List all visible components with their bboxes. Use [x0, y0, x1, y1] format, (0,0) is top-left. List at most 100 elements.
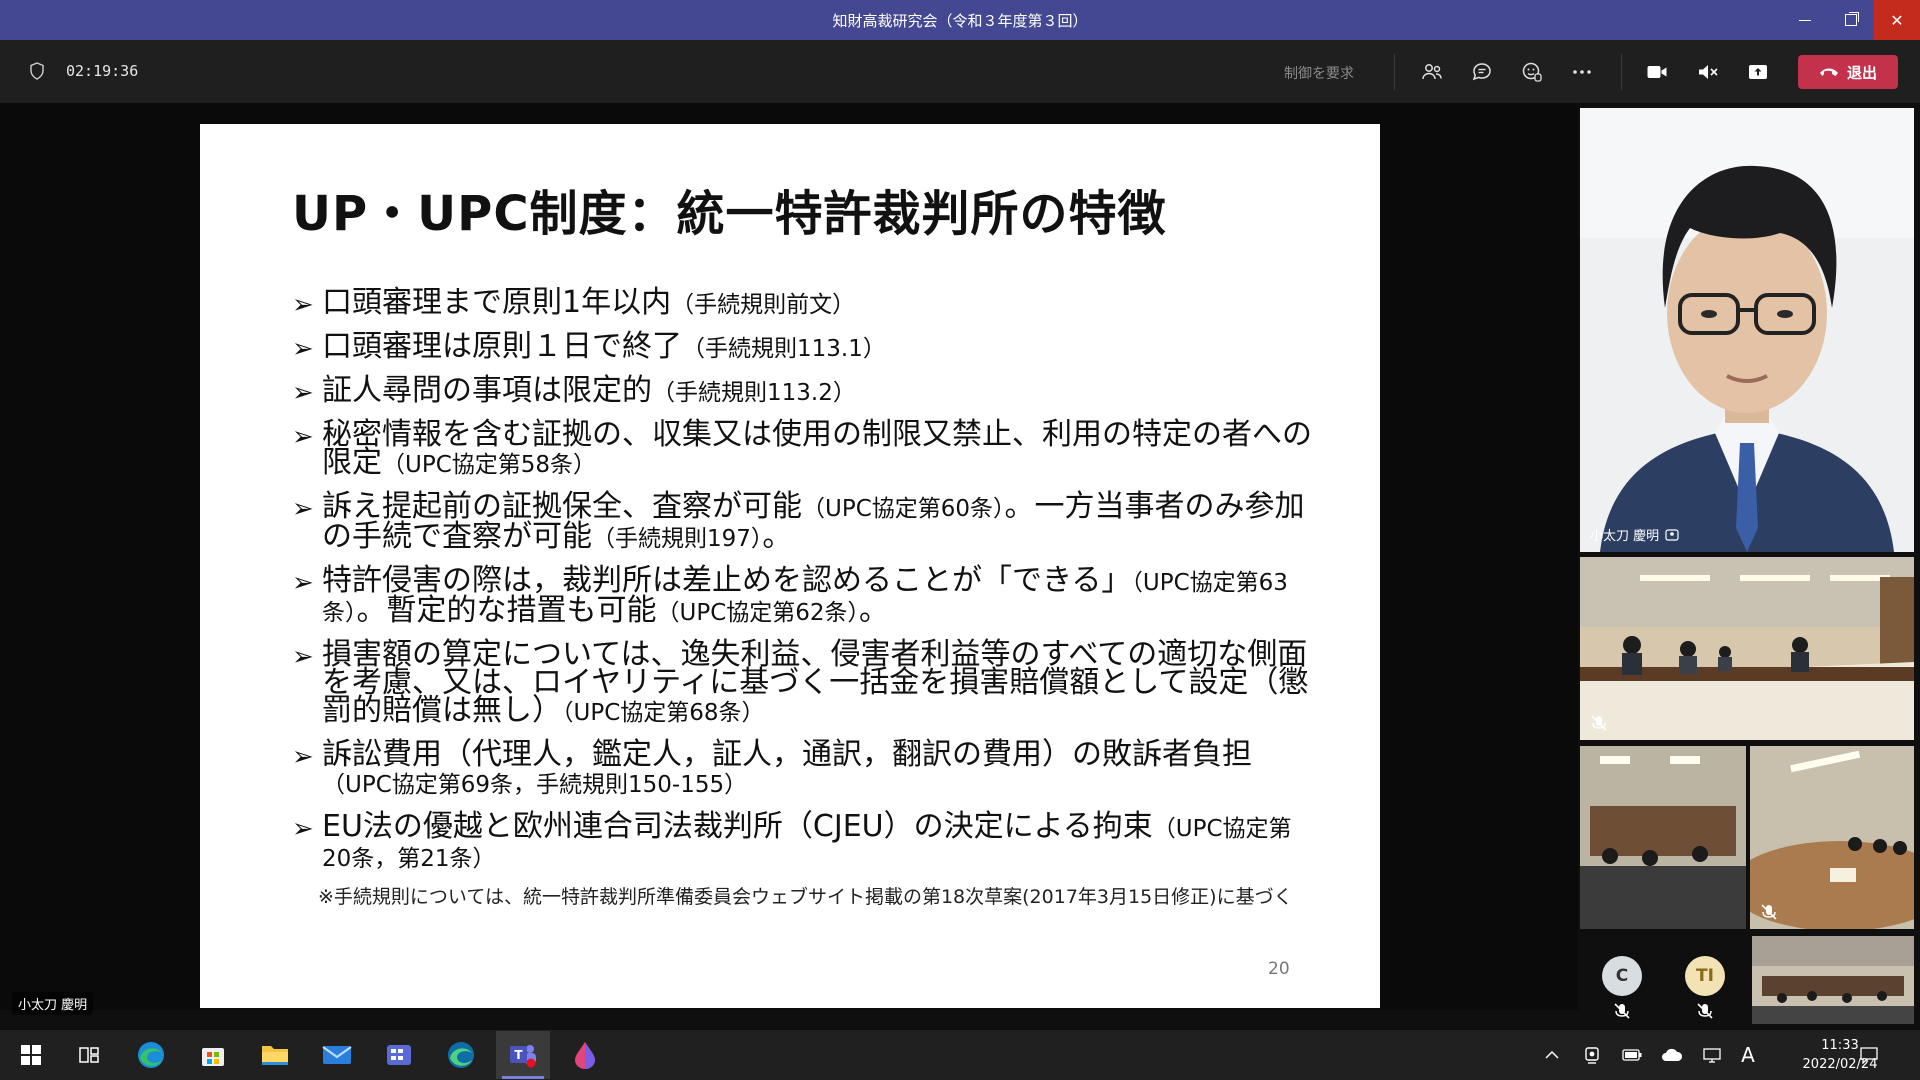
slide-bullet: ➢ EU法の優越と欧州連合司法裁判所（CJEU）の決定による拘束（UPC協定第20…	[292, 809, 1292, 873]
bullet-arrow-icon: ➢	[292, 378, 314, 408]
folder-icon	[262, 1046, 288, 1065]
task-view-icon	[79, 1047, 99, 1063]
bullet-arrow-icon: ➢	[292, 642, 314, 672]
presenter-icon	[1665, 528, 1679, 541]
minimize-button[interactable]	[1782, 0, 1828, 40]
windows-taskbar: T A 11:33 2022/02/24	[0, 1030, 1920, 1080]
speaker-muted-icon	[1699, 65, 1718, 79]
taskbar-app-grid[interactable]	[372, 1031, 426, 1079]
room-video-image	[1580, 557, 1914, 740]
shared-slide: UP・UPC制度：統一特許裁判所の特徴 ➢ 口頭審理まで原則1年以内（手続規則前文…	[200, 124, 1380, 1008]
start-button[interactable]	[4, 1031, 58, 1079]
tray-battery-icon[interactable]	[1621, 1044, 1643, 1066]
audio-participants-tile: C TI	[1580, 934, 1746, 1026]
slide-title: UP・UPC制度：統一特許裁判所の特徴	[292, 186, 1167, 242]
people-icon	[1422, 64, 1442, 80]
participants-button[interactable]	[1416, 56, 1448, 88]
room-video-image	[1580, 746, 1746, 929]
slide-bullet: ➢ 損害額の算定については、逸失利益、侵害者利益等のすべての適切な側面を考慮、又は…	[292, 637, 1309, 728]
slide-bullet: ➢ 証人尋問の事項は限定的（手続規則113.2）	[292, 373, 856, 408]
participant-avatar-c[interactable]: C	[1602, 956, 1642, 996]
presenter-name-label: 小太刀 慶明	[12, 992, 94, 1015]
toolbar-divider	[1394, 54, 1395, 90]
mic-off-icon	[1614, 1003, 1630, 1019]
room-video-image	[1752, 936, 1914, 1024]
tray-network-icon[interactable]	[1701, 1044, 1723, 1066]
meeting-timer: 02:19:36	[66, 62, 139, 80]
tray-overflow-chevron-icon[interactable]	[1541, 1044, 1563, 1066]
app-grid-icon	[387, 1045, 411, 1065]
store-icon	[202, 1048, 224, 1066]
maximize-button[interactable]	[1828, 0, 1874, 40]
mic-off-icon	[1697, 1003, 1713, 1019]
camera-button[interactable]	[1641, 56, 1673, 88]
request-control-button[interactable]: 制御を要求	[1284, 63, 1354, 83]
mail-icon	[322, 1046, 352, 1064]
slide-footnote: ※手続規則については、統一特許裁判所準備委員会ウェブサイト掲載の第18次草案(2…	[318, 886, 1293, 908]
bullet-arrow-icon: ➢	[292, 814, 314, 844]
chat-icon	[1472, 63, 1491, 81]
task-view-button[interactable]	[62, 1031, 116, 1079]
reactions-button[interactable]	[1516, 56, 1548, 88]
slide-bullet: ➢ 訴訟費用（代理人，鑑定人，証人，通訳，翻訳の費用）の敗訴者負担 （UPC協定第6…	[292, 737, 1252, 799]
hang-up-icon	[1819, 68, 1838, 76]
slide-bullet-list: ➢ 口頭審理まで原則1年以内（手続規則前文） ➢ 口頭審理は原則１日で終了（手続規則…	[292, 285, 1312, 887]
edge-dev-icon	[448, 1042, 474, 1068]
svg-text:T: T	[514, 1048, 523, 1062]
close-button[interactable]: ✕	[1874, 0, 1920, 40]
speaker-video-tile[interactable]: 小太刀 慶明	[1580, 108, 1914, 552]
slide-bullet: ➢ 口頭審理は原則１日で終了（手続規則113.1）	[292, 329, 886, 364]
room-video-image	[1750, 746, 1914, 929]
slide-bullet: ➢ 秘密情報を含む証拠の、収集又は使用の制限又禁止、利用の特定の者への限定（UPC…	[292, 417, 1312, 480]
camera-icon	[1647, 66, 1667, 78]
taskbar-file-explorer[interactable]	[248, 1031, 302, 1079]
bullet-arrow-icon: ➢	[292, 494, 314, 524]
color-drop-icon	[575, 1042, 595, 1069]
room-video-tile[interactable]	[1750, 746, 1914, 929]
slide-bullet: ➢ 訴え提起前の証拠保全、査察が可能（UPC協定第60条）。一方当事者のみ参加の手…	[292, 489, 1305, 554]
toolbar-divider	[1621, 54, 1622, 90]
share-icon	[1749, 65, 1767, 79]
slide-bullet: ➢ 特許侵害の際は，裁判所は差止めを認めることが「できる」（UPC協定第63条）。…	[292, 563, 1288, 628]
edge-browser-icon	[138, 1042, 164, 1068]
window-titlebar: 知財高裁研究会（令和３年度第３回） ✕	[0, 0, 1920, 40]
reaction-hand-icon	[1522, 62, 1542, 82]
tray-ime-indicator[interactable]: A	[1737, 1043, 1759, 1067]
speaker-video-image	[1580, 108, 1914, 552]
bullet-arrow-icon: ➢	[292, 290, 314, 320]
taskbar-teams[interactable]: T	[496, 1031, 550, 1079]
bullet-arrow-icon: ➢	[292, 334, 314, 364]
shield-icon	[30, 62, 44, 80]
leave-button[interactable]: 退出	[1798, 55, 1898, 89]
slide-bullet: ➢ 口頭審理まで原則1年以内（手続規則前文）	[292, 285, 856, 320]
chat-button[interactable]	[1466, 56, 1498, 88]
tray-onedrive-icon[interactable]	[1661, 1044, 1683, 1066]
mute-button[interactable]	[1692, 56, 1724, 88]
room-video-tile[interactable]	[1752, 936, 1914, 1024]
bullet-arrow-icon: ➢	[292, 742, 314, 772]
mic-off-icon	[1761, 904, 1777, 920]
window-title: 知財高裁研究会（令和３年度第３回）	[832, 11, 1088, 30]
meeting-toolbar: 02:19:36 制御を要求 退出	[0, 40, 1920, 103]
windows-logo-icon	[21, 1045, 41, 1065]
share-screen-button[interactable]	[1742, 56, 1774, 88]
speaker-name-label: 小太刀 慶明	[1590, 525, 1679, 544]
room-video-tile[interactable]	[1580, 746, 1746, 929]
notification-center-icon[interactable]	[1858, 1044, 1880, 1066]
taskbar-store[interactable]	[186, 1031, 240, 1079]
teams-icon: T	[510, 1045, 536, 1068]
leave-label: 退出	[1846, 63, 1877, 82]
more-icon	[1573, 70, 1591, 74]
participant-avatar-ti[interactable]: TI	[1685, 956, 1725, 996]
mic-off-icon	[1591, 715, 1607, 731]
taskbar-edge[interactable]	[124, 1031, 178, 1079]
more-actions-button[interactable]	[1566, 56, 1598, 88]
tray-camera-icon[interactable]	[1581, 1044, 1603, 1066]
bullet-arrow-icon: ➢	[292, 422, 314, 452]
taskbar-paint-app[interactable]	[558, 1031, 612, 1079]
room-video-tile[interactable]	[1580, 557, 1914, 740]
taskbar-edge-dev[interactable]	[434, 1031, 488, 1079]
taskbar-mail[interactable]	[310, 1031, 364, 1079]
slide-page-number: 20	[1268, 959, 1290, 979]
bullet-arrow-icon: ➢	[292, 568, 314, 598]
